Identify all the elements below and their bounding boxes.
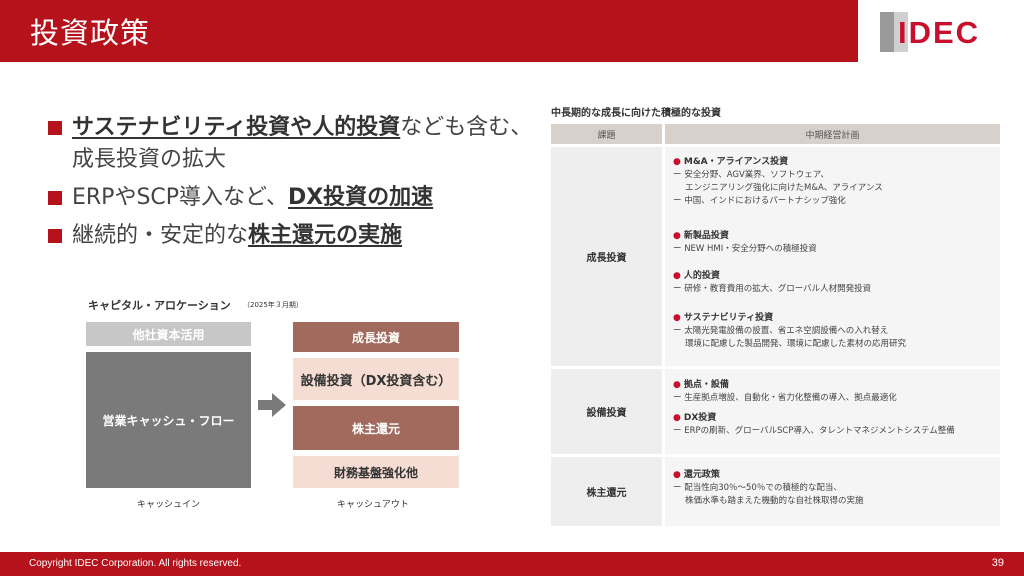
plan-heading: ● 拠点・設備 <box>673 380 729 390</box>
arrow-right-icon <box>258 393 286 417</box>
cash-out-capex: 設備投資（DX投資含む） <box>293 358 459 400</box>
row-category-growth: 成長投資 <box>551 147 662 366</box>
plan-line: ー ERPの刷新、グローバルSCP導入、タレントマネジメントシステム整備 <box>673 426 955 436</box>
plan-block: ● サステナビリティ投資 ー 太陽光発電設備の設置、省エネ空調設備への入れ替え 環… <box>673 312 906 351</box>
plan-heading: ● DX投資 <box>673 413 717 423</box>
page-title: 投資政策 <box>30 16 151 50</box>
plan-heading: ● 人的投資 <box>673 271 720 281</box>
row-category-capex: 設備投資 <box>551 369 662 454</box>
bullet-item: ERPやSCP導入など、DX投資の加速 <box>48 182 538 214</box>
cash-out-financial-base: 財務基盤強化他 <box>293 456 459 488</box>
capital-allocation-note: （2025年３月期） <box>243 301 303 309</box>
plan-block: ● 人的投資 ー 研修・教育費用の拡大、グローバル人材開発投資 <box>673 270 871 296</box>
logo-text: IDEC <box>898 15 981 50</box>
bullet-text: ERPやSCP導入など、 <box>72 185 288 210</box>
column-header-plan: 中期経営計画 <box>665 124 1000 144</box>
capital-allocation-title: キャピタル・アロケーション <box>88 299 231 312</box>
logo-mark-dark <box>880 12 894 52</box>
plan-line: 環境に配慮した製品開発、環境に配慮した素材の応用研究 <box>685 339 907 349</box>
cash-out-growth: 成長投資 <box>293 322 459 352</box>
bullet-emphasis: サステナビリティ投資や人的投資 <box>72 115 401 140</box>
plan-block: ● DX投資 ー ERPの刷新、グローバルSCP導入、タレントマネジメントシステム… <box>673 412 955 438</box>
bullet-item: 継続的・安定的な株主還元の実施 <box>48 220 538 252</box>
bullet-text: 継続的・安定的な <box>72 223 249 248</box>
plan-block: ● M&A・アライアンス投資 ー 安全分野、AGV業界、ソフトウェア、 エンジニア… <box>673 156 883 208</box>
cash-in-operating-cf: 営業キャッシュ・フロー <box>86 352 251 488</box>
plan-line: ー 安全分野、AGV業界、ソフトウェア、 <box>673 170 829 180</box>
bullet-item: サステナビリティ投資や人的投資なども含む、成長投資の拡大 <box>48 112 538 176</box>
plan-heading: ● M&A・アライアンス投資 <box>673 157 789 167</box>
row-category-shareholder-return: 株主還元 <box>551 457 662 526</box>
idec-logo: IDEC <box>880 12 1002 52</box>
copyright-text: Copyright IDEC Corporation. All rights r… <box>29 558 242 569</box>
title-bar: 投資政策 <box>0 0 858 62</box>
cash-out-shareholder-return: 株主還元 <box>293 406 459 450</box>
plan-block: ● 還元政策 ー 配当性向30％～50％での積極的な配当、 株価水準も踏まえた機動… <box>673 469 864 508</box>
row-content-shareholder-return: ● 還元政策 ー 配当性向30％～50％での積極的な配当、 株価水準も踏まえた機動… <box>665 457 1000 526</box>
row-content-capex: ● 拠点・設備 ー 生産拠点増設、自動化・省力化整備の導入、拠点最適化 ● DX投資… <box>665 369 1000 454</box>
plan-heading: ● 還元政策 <box>673 470 720 480</box>
plan-line: ー 生産拠点増設、自動化・省力化整備の導入、拠点最適化 <box>673 393 897 403</box>
row-content-growth: ● M&A・アライアンス投資 ー 安全分野、AGV業界、ソフトウェア、 エンジニア… <box>665 147 1000 366</box>
plan-block: ● 新製品投資 ー NEW HMI・安全分野への積極投資 <box>673 230 817 256</box>
plan-line: ー 中国、インドにおけるパートナシップ強化 <box>673 196 846 206</box>
cash-in-label: キャッシュイン <box>137 500 201 510</box>
bullet-square-icon <box>48 121 62 135</box>
plan-line: ー 太陽光発電設備の設置、省エネ空調設備への入れ替え <box>673 326 889 336</box>
column-header-issue: 課題 <box>551 124 662 144</box>
plan-line: ー NEW HMI・安全分野への積極投資 <box>673 244 817 254</box>
policy-bullets: サステナビリティ投資や人的投資なども含む、成長投資の拡大 ERPやSCP導入など… <box>48 112 538 252</box>
cash-in-external-capital: 他社資本活用 <box>86 322 251 346</box>
plan-line: 株価水準も踏まえた機動的な自社株取得の実施 <box>685 496 864 506</box>
bullet-emphasis: 株主還元の実施 <box>248 223 403 248</box>
bullet-square-icon <box>48 191 62 205</box>
plan-line: ー 研修・教育費用の拡大、グローバル人材開発投資 <box>673 284 872 294</box>
plan-heading: ● 新製品投資 <box>673 231 729 241</box>
bullet-square-icon <box>48 229 62 243</box>
investment-table-title: 中長期的な成長に向けた積極的な投資 <box>551 108 721 119</box>
plan-heading: ● サステナビリティ投資 <box>673 313 774 323</box>
footer-bar: Copyright IDEC Corporation. All rights r… <box>0 552 1024 576</box>
plan-block: ● 拠点・設備 ー 生産拠点増設、自動化・省力化整備の導入、拠点最適化 <box>673 379 897 405</box>
plan-line: ー 配当性向30％～50％での積極的な配当、 <box>673 483 842 493</box>
plan-line: エンジニアリング強化に向けたM&A、アライアンス <box>685 183 883 193</box>
cash-out-label: キャッシュアウト <box>337 500 409 510</box>
page-number: 39 <box>991 557 1004 569</box>
bullet-emphasis: DX投資の加速 <box>287 185 434 210</box>
